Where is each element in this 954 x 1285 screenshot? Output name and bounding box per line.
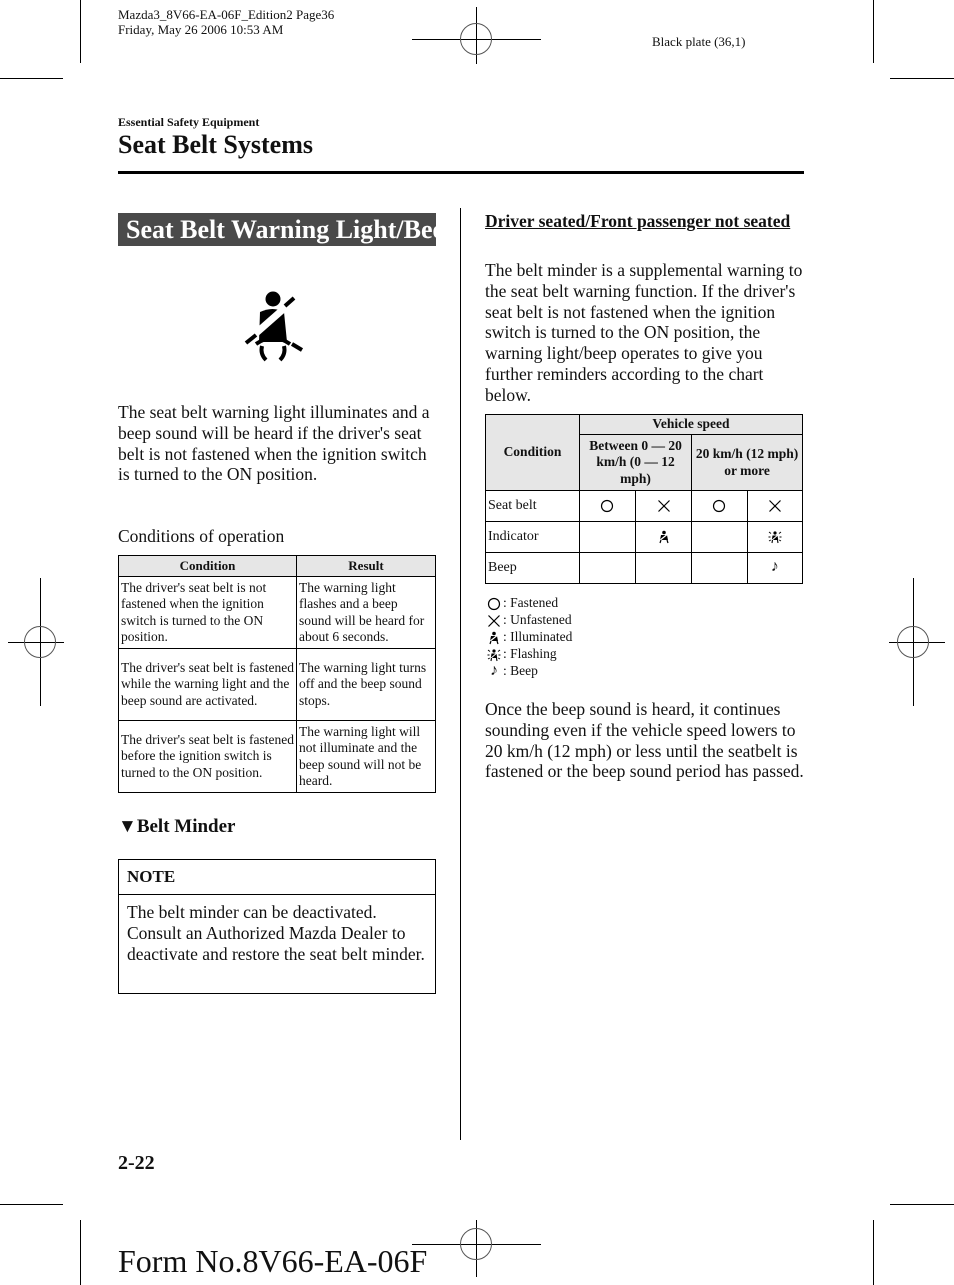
row-label: Beep [485, 552, 580, 584]
condition-header: Condition [485, 414, 580, 491]
crop-mark [890, 78, 954, 79]
legend-label: : Illuminated [503, 629, 573, 644]
table-header: Result [296, 555, 436, 577]
note-title: NOTE [119, 860, 435, 895]
status-cell-unfastened [746, 490, 804, 522]
legend-label: : Flashing [503, 646, 557, 661]
triangle-down-icon: ▼ [118, 816, 137, 837]
crop-mark [890, 1204, 954, 1205]
table-row: Beep ♪ [485, 552, 804, 584]
cross-icon [768, 499, 781, 512]
status-cell-unfastened [635, 490, 693, 522]
row-label: Indicator [485, 521, 580, 553]
speed-high-header: 20 km/h (12 mph) or more [691, 434, 803, 491]
legend-label: : Beep [503, 663, 538, 678]
legend-label: : Fastened [503, 595, 559, 610]
circle-icon [713, 499, 726, 512]
result-cell: The warning light turns off and the beep… [296, 648, 436, 721]
condition-cell: The driver's seat belt is fastened befor… [118, 720, 297, 793]
title-rule [118, 171, 804, 174]
crop-mark [873, 0, 874, 63]
crop-mark [80, 1220, 81, 1285]
circle-icon [601, 499, 614, 512]
legend-item: : Flashing [485, 645, 572, 662]
empty-cell [691, 521, 748, 553]
note-body: The belt minder can be deactivated. Cons… [127, 902, 425, 964]
legend-item: : Unfastened [485, 611, 572, 628]
registration-circle [24, 626, 56, 658]
empty-cell [578, 521, 637, 553]
crop-mark [0, 1204, 63, 1205]
seat-belt-illuminated-icon [658, 530, 669, 543]
status-cell-flashing [746, 521, 804, 553]
seat-belt-illuminated-icon [488, 631, 500, 645]
belt-minder-heading-text: Belt Minder [136, 816, 236, 837]
table-header: Condition [118, 555, 297, 577]
plate-label: Black plate (36,1) [652, 34, 746, 49]
form-number: Form No.8V66-EA-06F [118, 1243, 428, 1279]
status-cell-fastened [578, 490, 637, 522]
condition-cell: The driver's seat belt is fastened while… [118, 648, 297, 721]
symbol-legend: : Fastened : Unfastened : Illuminated : Fla… [485, 594, 572, 679]
speed-low-header: Between 0 — 20 km/h (0 — 12 mph) [578, 434, 693, 491]
seat-belt-flashing-icon [768, 531, 782, 543]
table-row: Indicator [485, 521, 804, 553]
closing-paragraph: Once the beep sound is heard, it continu… [485, 699, 804, 782]
legend-item: : Illuminated [485, 628, 572, 645]
print-date-line: Friday, May 26 2006 10:53 AM [118, 22, 284, 37]
empty-cell [635, 552, 693, 584]
status-cell-fastened [691, 490, 748, 522]
sub-heading: Driver seated/Front passenger not seated [485, 211, 791, 231]
crop-mark [80, 0, 81, 63]
crop-mark [873, 1220, 874, 1285]
belt-minder-paragraph: The belt minder is a supplemental warnin… [485, 260, 803, 405]
conditions-label: Conditions of operation [118, 526, 285, 546]
status-cell-beep: ♪ [746, 552, 804, 584]
seat-belt-flashing-icon [487, 649, 501, 661]
note-box: NOTE The belt minder can be deactivated.… [118, 859, 436, 994]
status-cell-illuminated [635, 521, 693, 553]
belt-minder-heading: ▼Belt Minder [118, 816, 236, 838]
page-title: Seat Belt Systems [118, 130, 313, 159]
crop-mark [0, 78, 63, 79]
page-number: 2-22 [118, 1152, 155, 1174]
legend-label: : Unfastened [503, 612, 572, 627]
section-heading: Seat Belt Warning Light/Beep [118, 213, 459, 246]
legend-item: ♪ : Beep [485, 662, 572, 679]
registration-circle [897, 626, 929, 658]
cross-icon [488, 614, 500, 627]
column-divider [460, 208, 461, 1140]
row-label: Seat belt [485, 490, 580, 522]
table-row: The driver's seat belt is not fastened w… [118, 576, 436, 649]
empty-cell [691, 552, 748, 584]
print-file-line: Mazda3_8V66-EA-06F_Edition2 Page36 [118, 7, 335, 22]
condition-cell: The driver's seat belt is not fastened w… [118, 576, 297, 649]
cross-icon [657, 499, 670, 512]
intro-paragraph: The seat belt warning light illuminates … [118, 402, 430, 485]
table-row: The driver's seat belt is fastened while… [118, 648, 436, 721]
music-note-icon: ♪ [490, 662, 498, 679]
registration-circle [460, 23, 492, 55]
section-label: Essential Safety Equipment [118, 115, 260, 129]
empty-cell [578, 552, 637, 584]
legend-item: : Fastened [485, 594, 572, 611]
conditions-table: Condition Result The driver's seat belt … [118, 555, 436, 793]
vehicle-speed-table: Condition Vehicle speed Between 0 — 20 k… [485, 414, 804, 584]
vehicle-speed-header: Vehicle speed [578, 414, 804, 435]
registration-circle [460, 1228, 492, 1260]
table-row: The driver's seat belt is fastened befor… [118, 720, 436, 793]
seat-belt-warning-icon [242, 284, 306, 364]
circle-icon [487, 597, 501, 611]
music-note-icon: ♪ [770, 558, 779, 575]
result-cell: The warning light will not illuminate an… [296, 720, 436, 793]
table-row: Seat belt [485, 490, 804, 522]
result-cell: The warning light flashes and a beep sou… [296, 576, 436, 649]
